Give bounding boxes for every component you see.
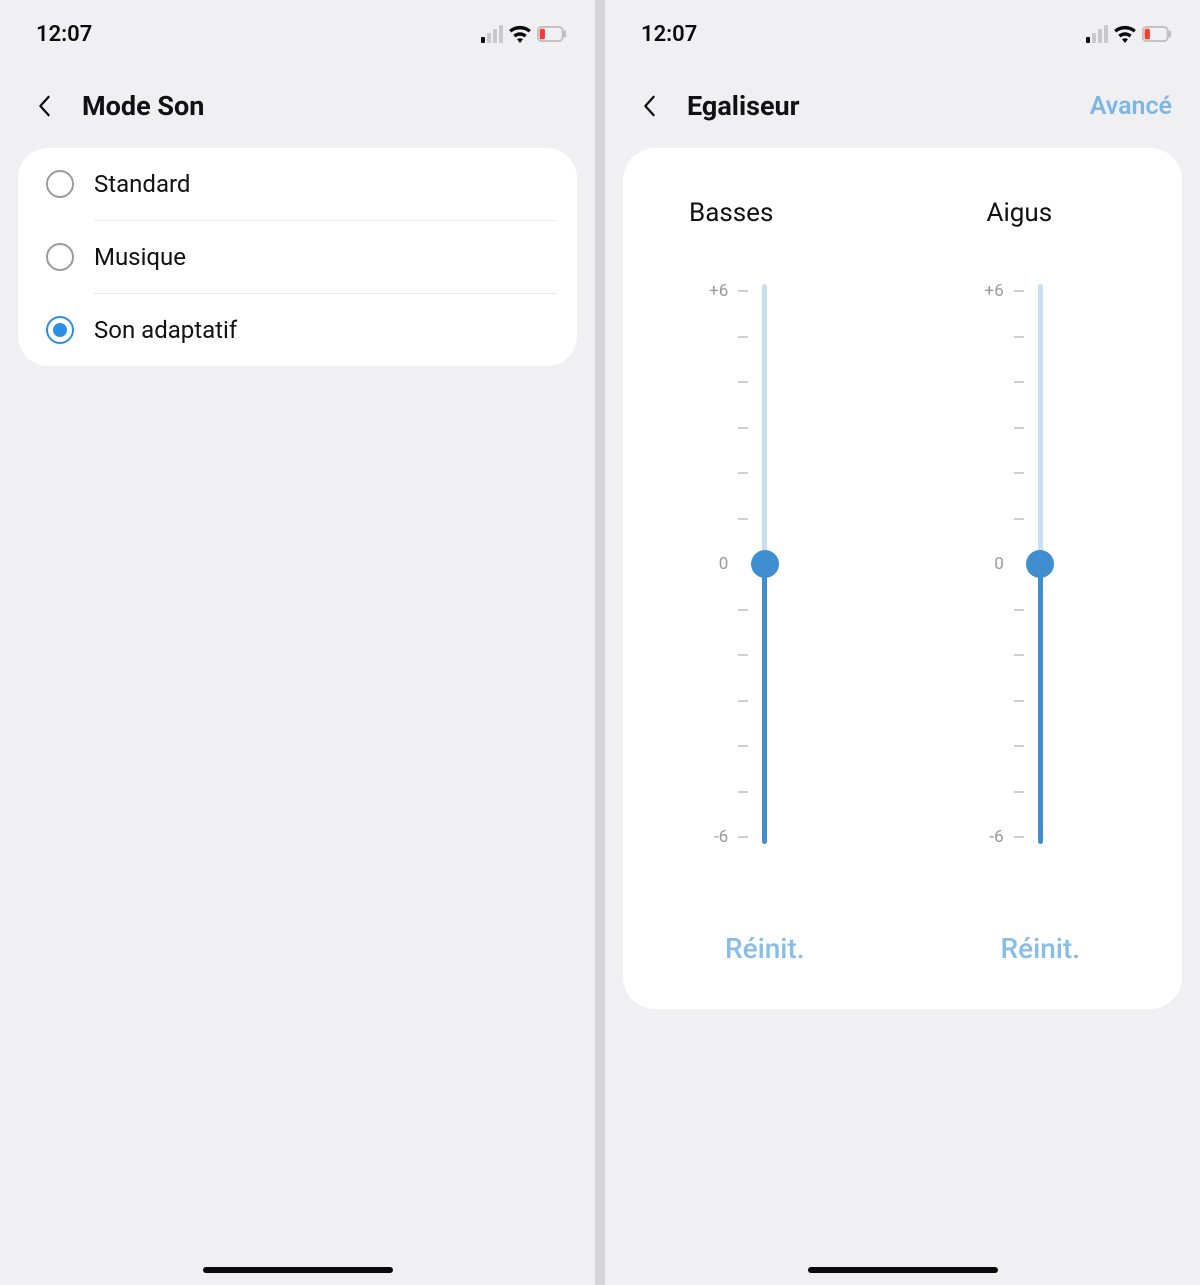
status-time: 12:07 [36, 22, 92, 47]
page-title: Egaliseur [687, 90, 800, 122]
option-label: Son adaptatif [94, 316, 237, 344]
battery-low-icon [537, 26, 567, 42]
slider-fill [762, 564, 767, 844]
cellular-signal-icon [1086, 25, 1108, 43]
page-title: Mode Son [82, 90, 204, 122]
screen-mode-son: 12:07 Mode Son Standard [0, 0, 595, 1285]
slider-thumb[interactable] [1026, 550, 1054, 578]
slider-ticks: +6 0 -6 [704, 284, 748, 844]
tick-max: +6 [704, 281, 728, 301]
tick-mid: 0 [704, 554, 728, 574]
advanced-button[interactable]: Avancé [1090, 92, 1172, 121]
radio-icon [46, 316, 74, 344]
option-label: Standard [94, 170, 190, 198]
option-son-adaptatif[interactable]: Son adaptatif [18, 294, 577, 366]
wifi-icon [509, 25, 531, 43]
eq-slider-label: Aigus [923, 198, 1053, 228]
tick-max: +6 [980, 281, 1004, 301]
app-bar: Mode Son [0, 60, 595, 148]
radio-icon [46, 170, 74, 198]
screen-egaliseur: 12:07 Egaliseur Avancé [605, 0, 1200, 1285]
status-bar: 12:07 [0, 0, 595, 60]
home-indicator[interactable] [203, 1267, 393, 1273]
status-time: 12:07 [641, 22, 697, 47]
back-button[interactable] [30, 95, 58, 117]
reset-treble-button[interactable]: Réinit. [1000, 932, 1080, 965]
cellular-signal-icon [481, 25, 503, 43]
app-bar: Egaliseur Avancé [605, 60, 1200, 148]
option-standard[interactable]: Standard [18, 148, 577, 220]
treble-slider[interactable] [1038, 284, 1043, 844]
status-icons [1086, 25, 1172, 43]
option-label: Musique [94, 243, 186, 271]
reset-bass-button[interactable]: Réinit. [725, 932, 805, 965]
status-icons [481, 25, 567, 43]
status-bar: 12:07 [605, 0, 1200, 60]
sound-mode-card: Standard Musique Son adaptatif [18, 148, 577, 366]
home-indicator[interactable] [808, 1267, 998, 1273]
tick-min: -6 [980, 827, 1004, 847]
eq-column-treble: Aigus +6 0 [923, 198, 1159, 965]
battery-low-icon [1142, 26, 1172, 42]
option-musique[interactable]: Musique [18, 221, 577, 293]
back-button[interactable] [635, 95, 663, 117]
tick-mid: 0 [980, 554, 1004, 574]
slider-thumb[interactable] [751, 550, 779, 578]
slider-fill [1038, 564, 1043, 844]
tick-min: -6 [704, 827, 728, 847]
radio-icon [46, 243, 74, 271]
wifi-icon [1114, 25, 1136, 43]
slider-ticks: +6 0 -6 [980, 284, 1024, 844]
equalizer-card: Basses +6 0 [623, 148, 1182, 1009]
bass-slider[interactable] [762, 284, 767, 844]
eq-column-bass: Basses +6 0 [647, 198, 883, 965]
eq-slider-label: Basses [647, 198, 773, 228]
